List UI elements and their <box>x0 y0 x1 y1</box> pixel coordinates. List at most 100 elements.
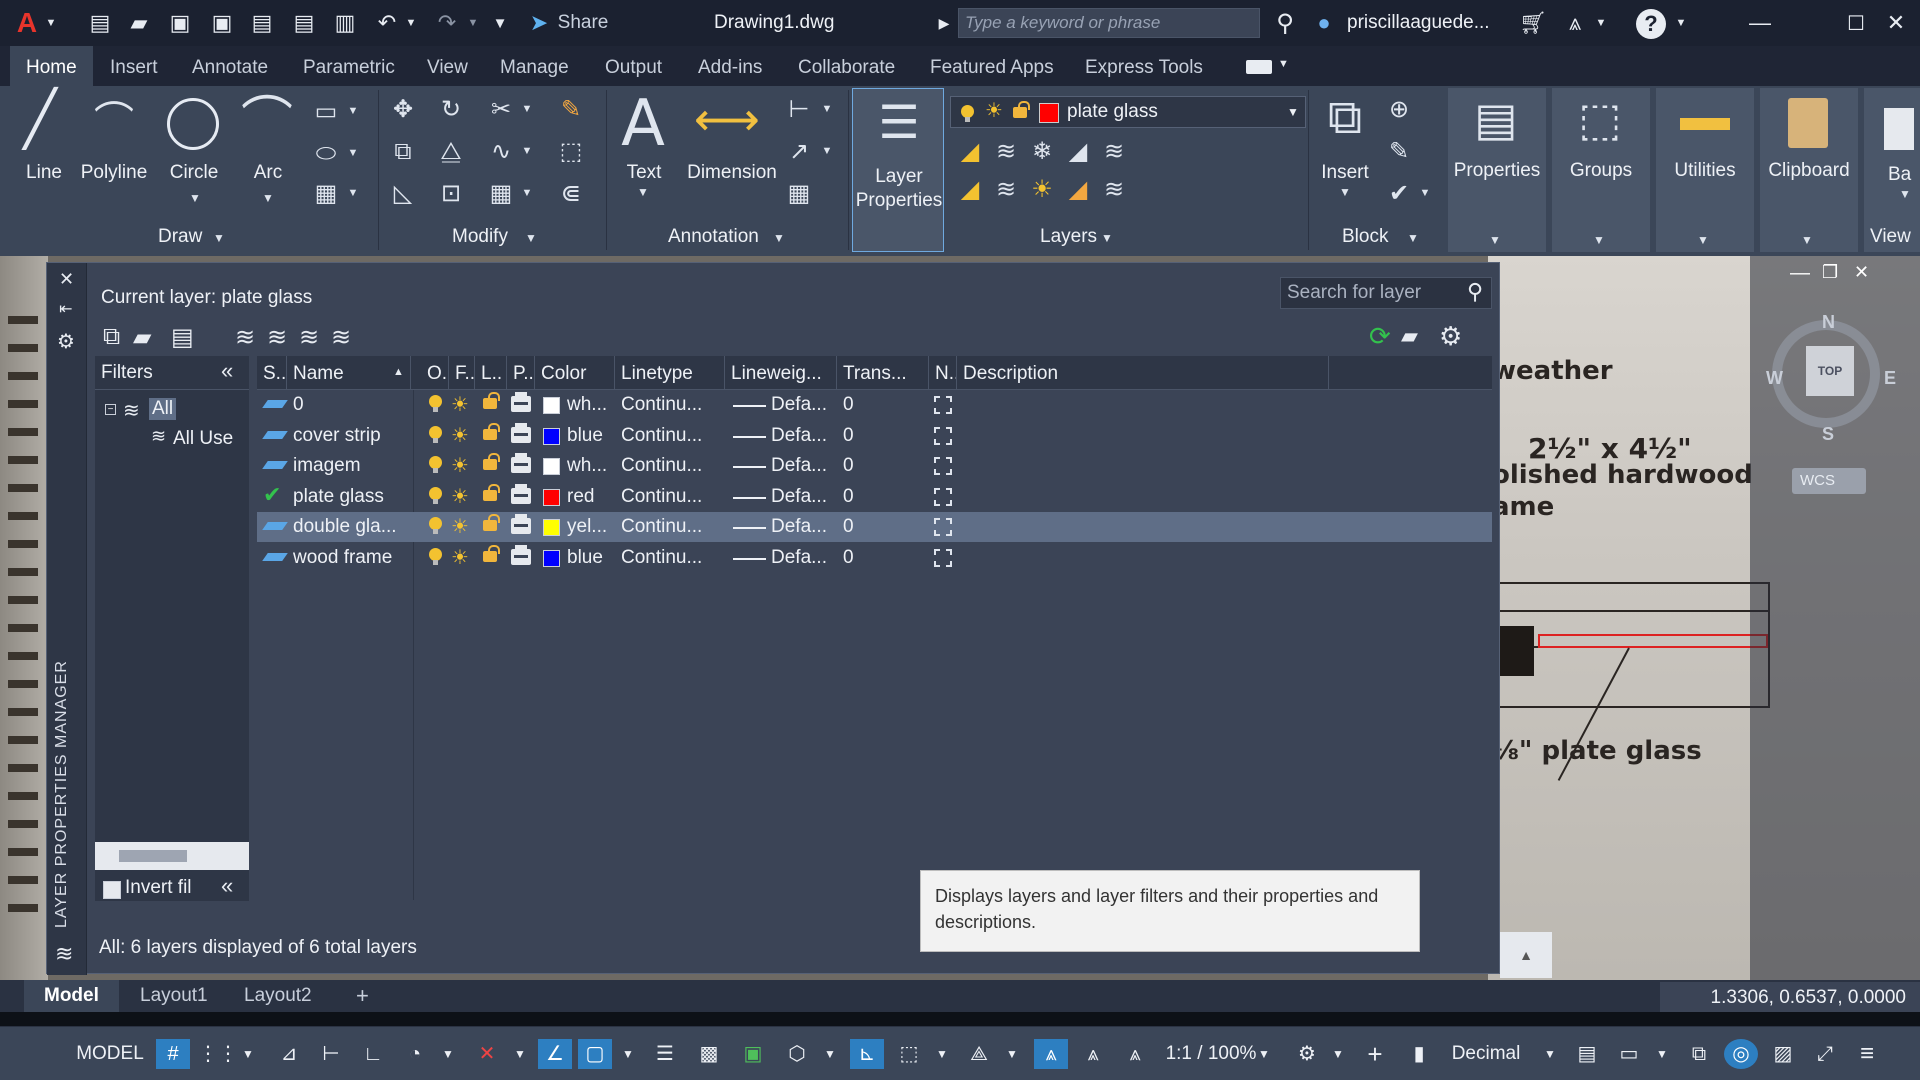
trim-icon[interactable]: ✂ <box>486 98 516 122</box>
new-group-filter-icon[interactable]: ▰ <box>133 323 151 352</box>
layer-color-name[interactable]: wh... <box>567 390 611 420</box>
layer-color-swatch[interactable] <box>543 458 560 475</box>
scale-icon[interactable]: ⊡ <box>436 182 466 206</box>
layer-linetype[interactable]: Continu... <box>621 512 721 542</box>
rectangle-dropdown-icon[interactable]: ▼ <box>346 106 360 117</box>
clean-screen-icon[interactable]: ▨ <box>1766 1039 1800 1069</box>
redo-dropdown-icon[interactable]: ▼ <box>466 9 480 37</box>
layer-search-input[interactable]: Search for layer <box>1280 277 1492 309</box>
properties-button[interactable]: ▤ Properties ▼ <box>1448 88 1546 252</box>
share-icon[interactable]: ➤ <box>526 9 552 37</box>
collapse-filters-bottom-icon[interactable]: « <box>221 873 233 899</box>
layer-linetype[interactable]: Continu... <box>621 543 721 573</box>
tab-manage[interactable]: Manage <box>484 46 585 86</box>
layer-row[interactable]: imagem ☀ wh... Continu... Defa... 0 <box>257 451 1492 481</box>
settings-gear-icon[interactable]: ⚙ <box>1439 321 1462 352</box>
layer-unlocked-icon[interactable] <box>483 422 500 440</box>
filter-dropdown-icon[interactable]: ▼ <box>932 1039 952 1069</box>
draw-panel-expand-icon[interactable]: ▼ <box>212 232 226 244</box>
tab-output[interactable]: Output <box>589 46 678 86</box>
osnap-dropdown-icon[interactable]: ▼ <box>618 1039 638 1069</box>
layer-plot-printer-icon[interactable] <box>511 392 531 412</box>
scrollbar-thumb[interactable] <box>119 850 187 862</box>
block-panel-title[interactable]: Block <box>1342 226 1388 248</box>
help-search-input[interactable]: Type a keyword or phrase <box>958 8 1260 38</box>
tree-item-all-used[interactable]: All Use <box>173 428 233 450</box>
compass-south[interactable]: S <box>1822 424 1834 445</box>
new-vp-freeze-icon[interactable] <box>934 426 952 445</box>
layer-linetype[interactable]: Continu... <box>621 482 721 512</box>
ellipse-icon[interactable]: ⬭ <box>312 142 340 166</box>
layers-panel-title[interactable]: Layers <box>1040 226 1097 248</box>
annotation-visibility-icon[interactable]: ⩓ <box>1034 1039 1068 1069</box>
refresh-icon[interactable]: ⟳ <box>1369 321 1391 352</box>
ortho-mode-icon[interactable]: ∟ <box>356 1039 390 1069</box>
layer-isolate-icon[interactable]: ≋ <box>992 178 1020 202</box>
text-dropdown-icon[interactable]: ▼ <box>636 186 650 198</box>
layer-row[interactable]: cover strip ☀ blue Continu... Defa... 0 <box>257 421 1492 451</box>
layer-plot-printer-icon[interactable] <box>511 483 531 504</box>
attributes-dropdown-icon[interactable]: ▼ <box>1418 188 1432 199</box>
layer-unlock-all-icon[interactable]: ◢ <box>1064 178 1092 202</box>
column-plot[interactable]: P.. <box>507 356 535 390</box>
save-as-icon[interactable]: ▣ <box>208 9 236 37</box>
layer-color-swatch[interactable] <box>543 549 560 567</box>
layer-unlocked-icon[interactable] <box>483 392 500 409</box>
layer-name[interactable]: 0 <box>293 390 411 420</box>
layer-states-manager-icon[interactable]: ▤ <box>171 323 194 352</box>
layer-thawed-sun-icon[interactable]: ☀ <box>451 515 469 539</box>
auto-scale-icon[interactable]: ⩓ <box>1076 1039 1110 1069</box>
annotation-panel-title[interactable]: Annotation <box>668 226 759 248</box>
tab-add-ins[interactable]: Add-ins <box>682 46 778 86</box>
layer-transparency[interactable]: 0 <box>843 390 903 420</box>
arc-dropdown-icon[interactable]: ▼ <box>250 192 286 204</box>
gizmo-dropdown-icon[interactable]: ▼ <box>1002 1039 1022 1069</box>
annotation-scale-value[interactable]: 1:1 / 100% <box>1158 1039 1264 1069</box>
insert-dropdown-icon[interactable]: ▼ <box>1338 186 1352 198</box>
trim-dropdown-icon[interactable]: ▼ <box>520 104 534 115</box>
layer-linetype[interactable]: Continu... <box>621 421 721 451</box>
column-transparency[interactable]: Trans... <box>837 356 929 390</box>
help-dropdown-icon[interactable]: ▼ <box>1674 9 1688 37</box>
user-account-menu[interactable]: priscillaaguede... <box>1347 12 1490 34</box>
layer-transparency[interactable]: 0 <box>843 512 903 542</box>
modify-panel-expand-icon[interactable]: ▼ <box>524 232 538 244</box>
selection-cycling-icon[interactable]: ▣ <box>736 1039 770 1069</box>
layer-thawed-sun-icon[interactable]: ☀ <box>451 546 469 570</box>
tab-home[interactable]: Home <box>10 46 93 86</box>
tab-collaborate[interactable]: Collaborate <box>782 46 911 86</box>
new-property-filter-icon[interactable]: ⧉ <box>103 323 120 351</box>
gizmo-icon[interactable]: ⟁ <box>962 1039 996 1069</box>
layer-transparency[interactable]: 0 <box>843 421 903 451</box>
palette-properties-gear-icon[interactable]: ⚙ <box>57 329 75 354</box>
3d-osnap-dropdown-icon[interactable]: ▼ <box>820 1039 840 1069</box>
dimension-icon[interactable]: ⟷ <box>694 96 760 142</box>
layer-row[interactable]: ✔ plate glass ☀ red Continu... Defa... 0 <box>257 482 1492 512</box>
compass-west[interactable]: W <box>1766 368 1783 389</box>
layer-color-name[interactable]: blue <box>567 543 611 573</box>
layer-on-bulb-icon[interactable] <box>429 425 442 443</box>
polar-tracking-icon[interactable]: ◔ <box>398 1039 432 1069</box>
layer-unlocked-icon[interactable] <box>483 453 500 470</box>
search-expand-icon[interactable]: ▶ <box>936 9 952 37</box>
polar-dropdown-icon[interactable]: ▼ <box>438 1039 458 1069</box>
help-icon[interactable]: ? <box>1636 9 1666 39</box>
table-icon[interactable]: ▦ <box>784 182 814 206</box>
isodraft-dropdown-icon[interactable]: ▼ <box>510 1039 530 1069</box>
layer-lineweight[interactable]: Defa... <box>771 543 835 573</box>
layer-name[interactable]: wood frame <box>293 543 411 573</box>
column-lock[interactable]: L.. <box>475 356 507 390</box>
object-snap-icon[interactable]: ▢ <box>578 1039 612 1069</box>
linear-dim-icon[interactable]: ⊢ <box>784 98 814 122</box>
layer-color-swatch[interactable] <box>543 519 560 536</box>
layer-plot-printer-icon[interactable] <box>511 422 531 443</box>
viewport-minimize-icon[interactable]: — <box>1790 262 1810 284</box>
layer-linetype[interactable]: Continu... <box>621 451 721 481</box>
snap-dropdown-icon[interactable]: ▼ <box>238 1039 258 1069</box>
layer-thawed-sun-icon[interactable]: ☀ <box>451 454 469 478</box>
ucs-menu-button[interactable]: WCS <box>1792 468 1866 494</box>
insert-block-icon[interactable]: ⧉ <box>1316 94 1374 142</box>
model-space-button[interactable]: MODEL <box>70 1039 150 1069</box>
groups-button[interactable]: ⬚ Groups ▼ <box>1552 88 1650 252</box>
ribbon-minimize-icon[interactable] <box>1246 60 1272 74</box>
